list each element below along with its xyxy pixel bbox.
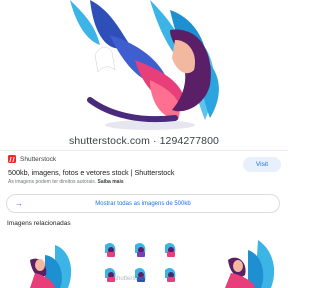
related-images-heading: Imagens relacionadas [7,220,71,227]
result-title[interactable]: 500kb, imagens, fotos e vetores stock | … [8,168,174,177]
shutterstock-logo-icon [8,155,16,163]
result-image[interactable]: shutterstock.com · 1294277800 [0,0,288,150]
illustration-woman-reading [70,0,219,130]
thumbnail-woman-leaves [30,245,72,288]
arrow-right-icon: → [15,199,23,208]
watermark: shutterstock [114,276,147,282]
copyright-notice: As imagens podem ter direitos autorais. … [8,179,124,185]
learn-more-link[interactable]: Saiba mais [98,179,124,185]
thumbnail-woman-reading [225,240,275,288]
source-name: Shutterstock [20,155,57,163]
copyright-text: As imagens podem ter direitos autorais. [8,179,97,185]
source-row[interactable]: Shutterstock [8,155,56,163]
image-caption: shutterstock.com · 1294277800 [69,135,219,147]
show-all-label: Mostrar todas as imagens de 500kb [95,200,191,207]
visit-button[interactable]: Visit [243,157,281,172]
divider [0,150,288,151]
show-all-images-button[interactable]: → Mostrar todas as imagens de 500kb [6,194,280,213]
related-image-thumbnail[interactable] [193,235,288,288]
related-image-thumbnail[interactable] [0,235,94,288]
